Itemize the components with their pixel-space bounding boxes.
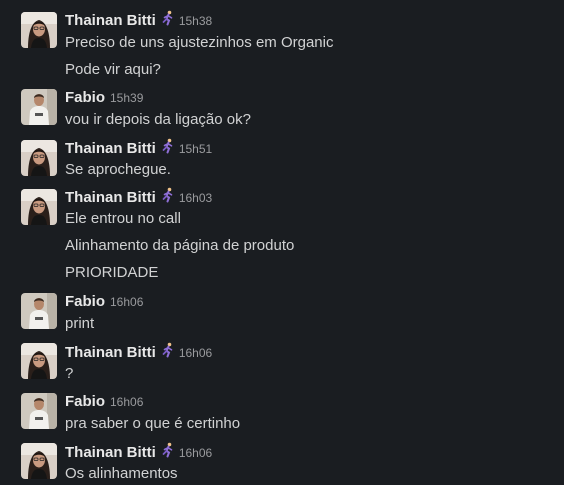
timestamp[interactable]: 15h39	[110, 91, 143, 105]
message-header: Thainan Bitti 15h38	[65, 10, 212, 30]
message-text: Ele entrou no call	[65, 210, 181, 227]
message-header: Fabio 16h06	[65, 392, 143, 412]
message-text: pra saber o que é certinho	[65, 415, 241, 432]
running-person-icon	[160, 342, 176, 364]
avatar[interactable]	[21, 393, 57, 429]
avatar[interactable]	[21, 293, 57, 329]
timestamp[interactable]: 16h06	[179, 346, 212, 360]
author-name[interactable]: Thainan Bitti	[65, 444, 156, 461]
timestamp[interactable]: 15h38	[179, 14, 212, 28]
avatar[interactable]	[21, 443, 57, 479]
running-person-icon	[160, 442, 176, 464]
message-header: Thainan Bitti 15h51	[65, 138, 212, 158]
running-person-icon	[160, 10, 176, 32]
avatar[interactable]	[21, 12, 57, 48]
message-header: Fabio 16h06	[65, 292, 143, 312]
timestamp[interactable]: 16h06	[110, 395, 143, 409]
message-header: Thainan Bitti 16h03	[65, 187, 212, 207]
author-name[interactable]: Fabio	[65, 393, 105, 410]
avatar[interactable]	[21, 89, 57, 125]
timestamp[interactable]: 15h51	[179, 142, 212, 156]
avatar[interactable]	[21, 343, 57, 379]
author-name[interactable]: Fabio	[65, 293, 105, 310]
author-name[interactable]: Thainan Bitti	[65, 140, 156, 157]
timestamp[interactable]: 16h06	[179, 446, 212, 460]
message-text: PRIORIDADE	[65, 264, 159, 281]
running-person-icon	[160, 138, 176, 160]
message-text: Alinhamento da página de produto	[65, 237, 295, 254]
author-name[interactable]: Fabio	[65, 89, 105, 106]
running-person-icon	[160, 187, 176, 209]
message-text: Se aprochegue.	[65, 161, 171, 178]
message-text: Os alinhamentos	[65, 465, 178, 482]
message-text: vou ir depois da ligação ok?	[65, 111, 251, 128]
message-text: print	[65, 315, 95, 332]
avatar[interactable]	[21, 189, 57, 225]
author-name[interactable]: Thainan Bitti	[65, 12, 156, 29]
timestamp[interactable]: 16h06	[110, 295, 143, 309]
message-text: Pode vir aqui?	[65, 61, 161, 78]
message-header: Thainan Bitti 16h06	[65, 342, 212, 362]
message-header: Fabio 15h39	[65, 88, 143, 108]
message-text: ?	[65, 365, 74, 382]
avatar[interactable]	[21, 140, 57, 176]
timestamp[interactable]: 16h03	[179, 191, 212, 205]
author-name[interactable]: Thainan Bitti	[65, 344, 156, 361]
message-text: Preciso de uns ajustezinhos em Organic	[65, 34, 334, 51]
author-name[interactable]: Thainan Bitti	[65, 189, 156, 206]
message-header: Thainan Bitti 16h06	[65, 442, 212, 462]
